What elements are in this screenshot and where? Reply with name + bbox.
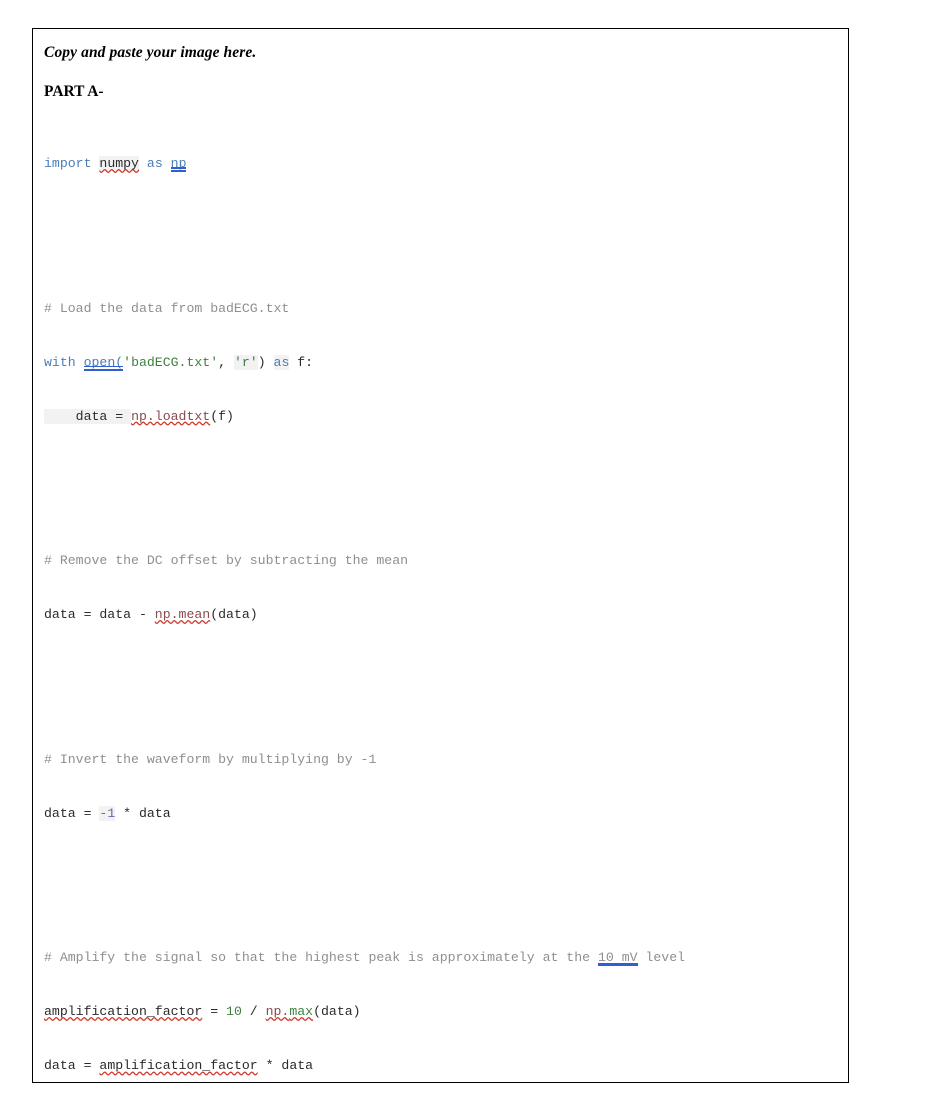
blank-line: [44, 227, 848, 245]
code-line-loadtxt: data = np.loadtxt(f): [44, 408, 848, 426]
comment-text: # Load the data from badECG.txt: [44, 301, 289, 316]
comment-text-post: level: [638, 950, 685, 965]
part-a-heading: PART A-: [44, 83, 848, 101]
blank-line: [44, 480, 848, 498]
code-line-with-open-bad: with open('badECG.txt', 'r') as f:: [44, 354, 848, 372]
assign-data: data = data -: [44, 607, 155, 622]
comment-invert: # Invert the waveform by multiplying by …: [44, 751, 848, 769]
call-args: (data): [210, 607, 257, 622]
keyword-import: import: [44, 156, 91, 171]
assign-data: data =: [44, 409, 131, 424]
comment-load-data: # Load the data from badECG.txt: [44, 300, 848, 318]
comment-text: # Remove the DC offset by subtracting th…: [44, 553, 408, 568]
blank-line: [44, 877, 848, 895]
call-np-loadtxt: np.loadtxt: [131, 409, 210, 424]
document-page: Copy and paste your image here. PART A- …: [32, 28, 849, 1083]
code-line-invert: data = -1 * data: [44, 805, 848, 823]
string-badecg-path: 'badECG.txt': [123, 355, 218, 370]
instruction-text: Copy and paste your image here.: [44, 43, 848, 63]
call-max: max: [289, 1004, 313, 1019]
equals: =: [202, 1004, 226, 1019]
keyword-with: with: [44, 355, 76, 370]
builtin-open: open(: [84, 355, 124, 371]
keyword-as: as: [274, 355, 290, 370]
multiply-data: * data: [115, 806, 170, 821]
divide-op: /: [242, 1004, 266, 1019]
keyword-as: as: [147, 156, 163, 171]
assign-data: data =: [44, 1058, 99, 1073]
module-numpy: numpy: [99, 156, 139, 171]
var-amplification-factor: amplification_factor: [44, 1004, 202, 1019]
comment-text-pre: # Amplify the signal so that the highest…: [44, 950, 598, 965]
alias-np: np: [171, 156, 187, 172]
string-mode-r: 'r': [234, 355, 258, 370]
code-block-part-a[interactable]: import numpy as np # Load the data from …: [44, 101, 848, 1083]
grammar-highlight-10mv: 10 mV: [598, 950, 638, 966]
comment-remove-dc: # Remove the DC offset by subtracting th…: [44, 552, 848, 570]
code-line-import-numpy: import numpy as np: [44, 155, 848, 173]
paren-close: ): [258, 355, 274, 370]
multiply-data: * data: [258, 1058, 313, 1073]
number-minus-one: -1: [99, 806, 115, 821]
call-args: (f): [210, 409, 234, 424]
var-f: f:: [289, 355, 313, 370]
code-line-amp-factor: amplification_factor = 10 / np.max(data): [44, 1003, 848, 1021]
var-amplification-factor: amplification_factor: [99, 1058, 257, 1073]
comma: ,: [218, 355, 234, 370]
comment-text: # Invert the waveform by multiplying by …: [44, 752, 376, 767]
number-10: 10: [226, 1004, 242, 1019]
page-content: Copy and paste your image here. PART A- …: [33, 29, 848, 1083]
comment-amplify: # Amplify the signal so that the highest…: [44, 949, 848, 967]
call-args: (data): [313, 1004, 360, 1019]
code-line-subtract-mean: data = data - np.mean(data): [44, 606, 848, 624]
assign-data: data =: [44, 806, 99, 821]
call-np-mean: np.mean: [155, 607, 210, 622]
np-prefix: np.: [266, 1004, 290, 1019]
code-line-apply-amp: data = amplification_factor * data: [44, 1057, 848, 1075]
blank-line: [44, 679, 848, 697]
